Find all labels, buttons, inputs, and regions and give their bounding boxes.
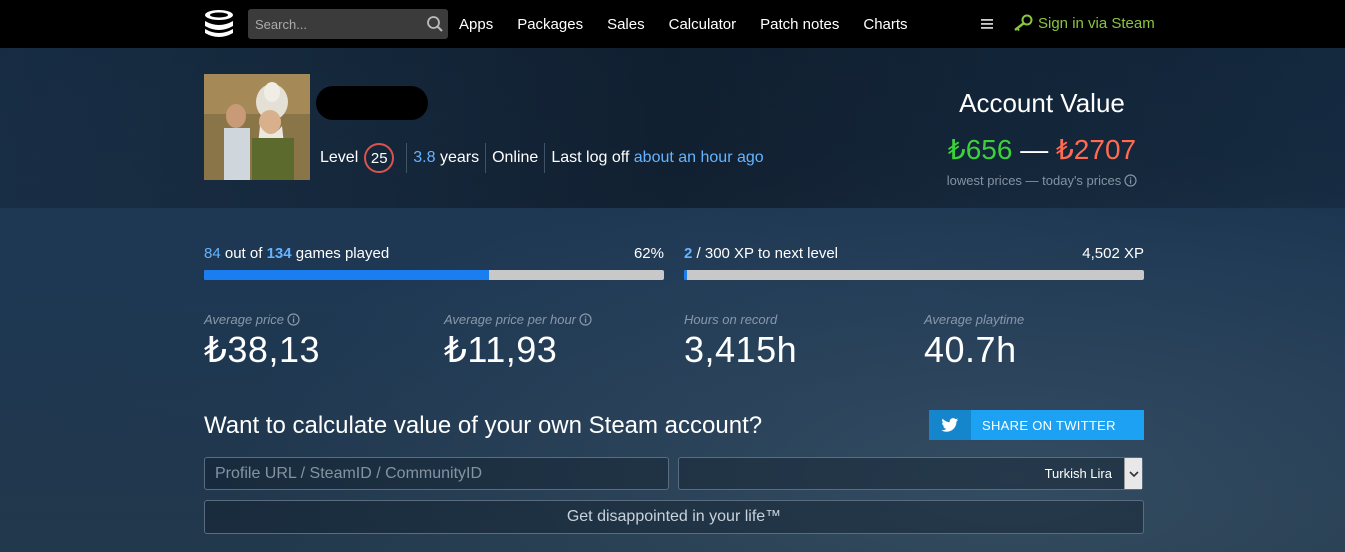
currency-select[interactable]: Turkish Lira	[678, 457, 1143, 490]
games-played-label: 84 out of 134 games played	[204, 245, 389, 262]
last-logoff-label: Last log off	[551, 149, 630, 166]
years-value: 3.8	[413, 149, 436, 166]
nav-link-charts[interactable]: Charts	[863, 16, 907, 33]
nav-links: Apps Packages Sales Calculator Patch not…	[459, 0, 932, 48]
sign-in-via-steam-link[interactable]: Sign in via Steam	[1012, 14, 1155, 32]
currency-dropdown-toggle[interactable]	[1124, 458, 1142, 489]
years-label: years	[439, 149, 480, 166]
games-total-count: 134	[266, 245, 292, 262]
profile-name-redacted	[316, 86, 428, 120]
calculate-submit-button[interactable]: Get disappointed in your life™	[204, 500, 1144, 534]
account-value-subtitle-text: lowest prices — today's prices	[946, 173, 1122, 188]
info-icon[interactable]	[287, 313, 300, 326]
nav-link-sales[interactable]: Sales	[607, 16, 645, 33]
search-box	[248, 9, 448, 39]
account-value-title: Account Value	[959, 88, 1125, 118]
stat-label: Average price per hour	[444, 312, 592, 327]
chevron-down-icon	[1128, 470, 1139, 477]
stat-average-price-per-hour: Average price per hour ₺11,93	[444, 312, 592, 371]
account-age: 3.8 years	[413, 149, 479, 167]
games-played-count: 84	[204, 245, 221, 262]
xp-label: 2 / 300 XP to next level	[684, 245, 838, 262]
avatar-photo	[204, 74, 310, 180]
profile-meta: Level 25 3.8 years Online Last log off a…	[320, 143, 764, 173]
divider	[544, 143, 546, 173]
xp-current: 2	[684, 245, 693, 262]
stat-hours-on-record: Hours on record 3,415h	[684, 312, 797, 371]
online-status: Online	[492, 149, 539, 166]
search-input[interactable]	[248, 9, 418, 39]
stat-value: 40.7h	[924, 329, 1017, 370]
account-value-range: ₺656 — ₺2707	[900, 133, 1184, 166]
xp-total: 4,502 XP	[1082, 245, 1144, 262]
stat-value: ₺38,13	[204, 329, 320, 370]
today-price-value: ₺2707	[1055, 134, 1137, 165]
share-on-twitter-label: SHARE ON TWITTER	[982, 417, 1116, 433]
divider	[485, 143, 487, 173]
games-played-suffix: games played	[295, 245, 390, 262]
top-navbar: Apps Packages Sales Calculator Patch not…	[0, 0, 1345, 48]
games-played-bar	[204, 270, 664, 280]
stat-label: Average price	[204, 312, 320, 327]
steamdb-logo-icon[interactable]	[202, 9, 236, 39]
steam-key-icon	[1014, 14, 1033, 32]
info-icon[interactable]	[1124, 174, 1137, 187]
level-label: Level	[320, 149, 359, 166]
calculator-title: Want to calculate value of your own Stea…	[204, 412, 763, 439]
hamburger-menu-icon[interactable]	[980, 17, 994, 31]
twitter-bird-icon	[941, 417, 959, 432]
divider	[406, 143, 408, 173]
stat-average-price: Average price ₺38,13	[204, 312, 320, 371]
games-played-bar-fill	[204, 270, 490, 280]
account-value-subtitle: lowest prices — today's prices	[900, 173, 1184, 188]
stat-value: ₺11,93	[444, 329, 558, 370]
nav-link-calculator[interactable]: Calculator	[669, 16, 737, 33]
nav-link-apps[interactable]: Apps	[459, 16, 493, 33]
stat-label: Average playtime	[924, 312, 1025, 327]
search-icon[interactable]	[426, 15, 444, 33]
share-on-twitter-button[interactable]: SHARE ON TWITTER	[929, 410, 1144, 440]
level-badge: 25	[364, 143, 395, 173]
currency-selected-value: Turkish Lira	[1044, 466, 1112, 481]
last-logoff-value: about an hour ago	[633, 149, 764, 166]
range-dash: —	[1020, 134, 1049, 165]
stat-average-playtime: Average playtime 40.7h	[924, 312, 1024, 371]
stat-value: 3,415h	[684, 329, 798, 370]
games-out-of: out of	[224, 245, 263, 262]
info-icon[interactable]	[579, 313, 592, 326]
nav-link-packages[interactable]: Packages	[517, 16, 583, 33]
stat-label: Hours on record	[684, 312, 778, 327]
stat-label-text: Average price	[204, 312, 284, 327]
nav-link-patch-notes[interactable]: Patch notes	[760, 16, 839, 33]
sign-in-label: Sign in via Steam	[1038, 14, 1155, 32]
xp-bar	[684, 270, 1144, 280]
xp-bar-fill	[684, 270, 688, 280]
stat-label-text: Average price per hour	[444, 312, 577, 327]
xp-suffix: / 300 XP to next level	[696, 245, 838, 262]
twitter-icon-box	[929, 410, 971, 440]
avatar	[204, 74, 310, 180]
games-played-percent: 62%	[633, 245, 664, 262]
lowest-price-value: ₺656	[947, 134, 1013, 165]
profile-id-input[interactable]	[204, 457, 669, 490]
